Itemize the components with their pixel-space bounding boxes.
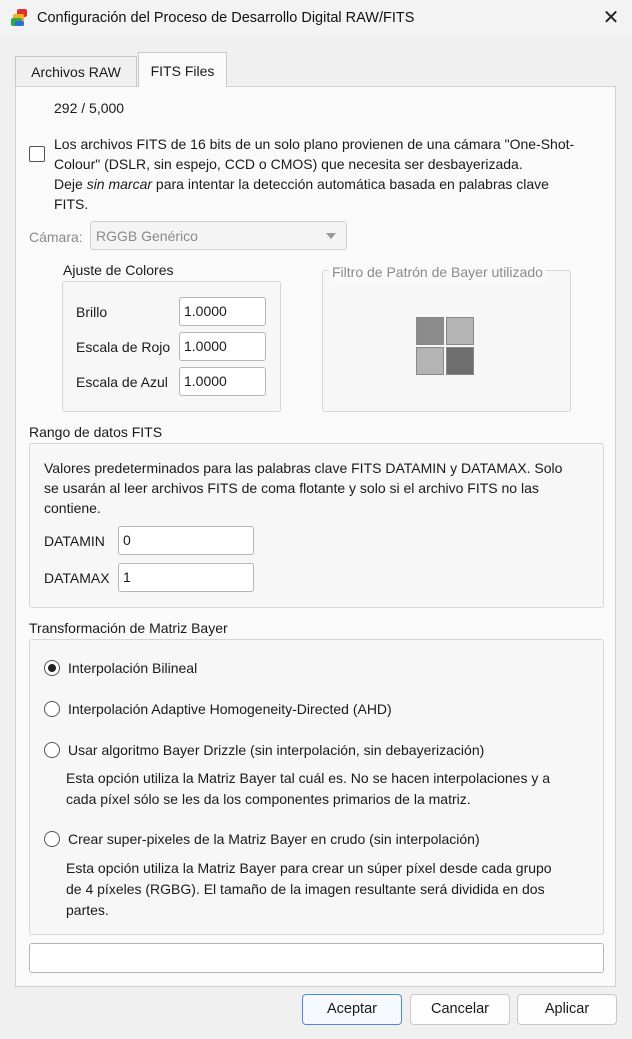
hint-prefix: Deje [54,176,87,192]
datamax-label: DATAMAX [44,570,110,586]
bayer-cell [416,317,444,345]
radio-superpixel[interactable] [44,831,60,847]
camera-select-value: RGGB Genérico [96,228,198,244]
bayer-cell [416,347,444,375]
option-bayer-drizzle-label[interactable]: Usar algoritmo Bayer Drizzle (sin interp… [68,740,484,760]
accept-button[interactable]: Aceptar [302,994,402,1025]
range-desc-line: Valores predeterminados para las palabra… [44,460,563,476]
option-desc-line: Esta opción utiliza la Matriz Bayer para… [66,860,552,876]
chevron-down-icon [326,233,336,239]
range-desc-line: se usarán al leer archivos FITS de coma … [44,480,539,496]
status-field[interactable] [29,943,604,973]
brightness-field[interactable]: 1.0000 [179,297,266,326]
bayer-pattern-preview [416,317,476,377]
fits-range-description: Valores predeterminados para las palabra… [44,458,594,518]
blue-scale-field[interactable]: 1.0000 [179,367,266,396]
osc-desc-line: Los archivos FITS de 16 bits de un solo … [54,136,575,152]
radio-bilinear[interactable] [44,660,60,676]
option-desc-line: de 4 píxeles (RGBG). El tamaño de la ima… [66,881,545,897]
osc-desc-line: Colour" (DSLR, sin espejo, CCD o CMOS) q… [54,156,523,172]
range-desc-line: contiene. [44,500,101,516]
datamin-label: DATAMIN [44,533,105,549]
blue-scale-label: Escala de Azul [76,374,168,390]
hint-line-2: FITS. [54,196,89,212]
window-title: Configuración del Proceso de Desarrollo … [37,10,415,26]
osc-checkbox[interactable] [29,146,45,162]
option-bilinear-label[interactable]: Interpolación Bilineal [68,658,197,678]
auto-detect-hint: Deje sin marcar para intentar la detecci… [54,174,614,194]
bayer-pattern-title: Filtro de Patrón de Bayer utilizado [329,262,546,282]
hint-emphasis: sin marcar [86,176,153,192]
camera-label: Cámara: [29,229,83,245]
red-scale-label: Escala de Rojo [76,339,171,355]
bayer-cell [446,317,474,345]
hint-suffix: para intentar la detección automática ba… [152,176,549,192]
radio-bayer-drizzle[interactable] [44,742,60,758]
red-scale-field[interactable]: 1.0000 [179,332,266,361]
radio-ahd[interactable] [44,701,60,717]
apply-button[interactable]: Aplicar [517,994,617,1025]
option-desc-line: Esta opción utiliza la Matriz Bayer tal … [66,770,551,786]
osc-description: Los archivos FITS de 16 bits de un solo … [54,134,614,214]
bayer-cell [446,347,474,375]
cancel-button[interactable]: Cancelar [410,994,510,1025]
option-superpixel-label[interactable]: Crear super-pixeles de la Matriz Bayer e… [68,829,480,849]
datamax-field[interactable]: 1 [118,563,254,592]
file-counter: 292 / 5,000 [54,100,125,116]
close-icon[interactable]: ✕ [596,4,626,32]
option-ahd-label[interactable]: Interpolación Adaptive Homogeneity-Direc… [68,699,392,719]
option-desc-line: cada píxel sólo se les da los componente… [66,791,471,807]
brightness-label: Brillo [76,304,108,320]
color-adjust-title: Ajuste de Colores [61,260,176,280]
bayer-transform-title: Transformación de Matriz Bayer [29,620,228,636]
tab-fits-files[interactable]: FITS Files [138,52,227,87]
color-layers-icon [11,9,29,27]
fits-range-title: Rango de datos FITS [29,424,163,440]
tab-archivos-raw[interactable]: Archivos RAW [15,56,137,86]
datamin-field[interactable]: 0 [118,526,254,555]
option-desc-line: partes. [66,902,109,918]
